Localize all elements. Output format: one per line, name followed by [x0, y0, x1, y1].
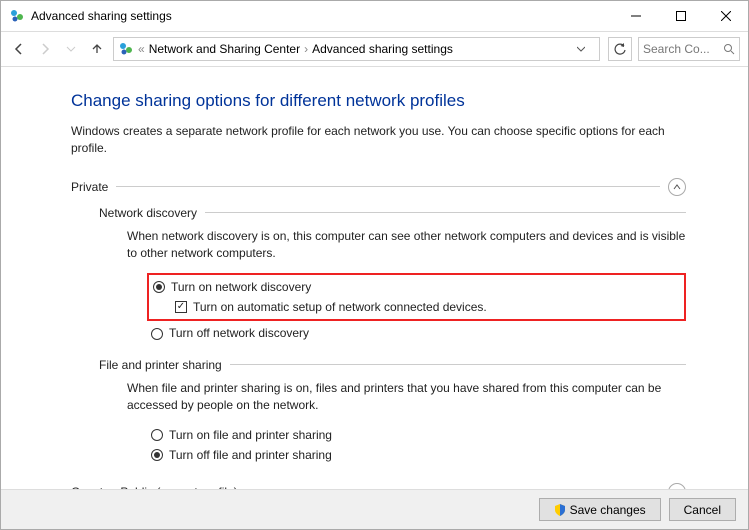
network-discovery-desc: When network discovery is on, this compu…	[127, 228, 686, 263]
page-title: Change sharing options for different net…	[71, 91, 686, 111]
page-subtitle: Windows creates a separate network profi…	[71, 123, 686, 158]
section-header-private[interactable]: Private	[71, 178, 686, 196]
maximize-button[interactable]	[658, 1, 703, 31]
search-input[interactable]: Search Co...	[638, 37, 740, 61]
content-pane: Change sharing options for different net…	[1, 67, 748, 491]
network-discovery-heading: Network discovery	[99, 206, 197, 220]
radio-icon	[151, 328, 163, 340]
breadcrumb-item-advanced-sharing[interactable]: Advanced sharing settings	[312, 42, 453, 56]
radio-icon	[153, 281, 165, 293]
cancel-button-label: Cancel	[684, 503, 721, 517]
breadcrumb-chevron-icon[interactable]: ›	[304, 42, 308, 56]
address-bar[interactable]: « Network and Sharing Center › Advanced …	[113, 37, 600, 61]
checkbox-auto-setup[interactable]: ✓ Turn on automatic setup of network con…	[175, 297, 680, 317]
file-printer-desc: When file and printer sharing is on, fil…	[127, 380, 686, 415]
checkbox-icon: ✓	[175, 301, 187, 313]
search-placeholder: Search Co...	[643, 42, 719, 56]
footer-bar: Save changes Cancel	[1, 489, 748, 529]
radio-fp-on[interactable]: Turn on file and printer sharing	[151, 425, 686, 445]
radio-fp-off-label: Turn off file and printer sharing	[169, 445, 332, 465]
file-printer-heading: File and printer sharing	[99, 358, 222, 372]
breadcrumb-item-network-sharing-center[interactable]: Network and Sharing Center	[149, 42, 300, 56]
checkbox-auto-setup-label: Turn on automatic setup of network conne…	[193, 297, 487, 317]
app-icon	[9, 8, 25, 24]
save-changes-button[interactable]: Save changes	[539, 498, 661, 521]
recent-dropdown-icon[interactable]	[61, 39, 81, 59]
cancel-button[interactable]: Cancel	[669, 498, 736, 521]
shield-icon	[554, 504, 566, 516]
titlebar: Advanced sharing settings	[1, 1, 748, 31]
section-label-private: Private	[71, 180, 108, 194]
window-title: Advanced sharing settings	[31, 9, 613, 23]
nav-toolbar: « Network and Sharing Center › Advanced …	[1, 31, 748, 67]
subsection-file-printer: File and printer sharing	[99, 358, 686, 372]
window-controls	[613, 1, 748, 31]
highlight-box: Turn on network discovery ✓ Turn on auto…	[147, 273, 686, 322]
radio-fp-on-label: Turn on file and printer sharing	[169, 425, 332, 445]
subsection-network-discovery: Network discovery	[99, 206, 686, 220]
up-button[interactable]	[87, 39, 107, 59]
chevron-up-icon[interactable]	[668, 178, 686, 196]
address-icon	[118, 41, 134, 57]
radio-icon	[151, 429, 163, 441]
radio-fp-off[interactable]: Turn off file and printer sharing	[151, 445, 686, 465]
radio-nd-on-label: Turn on network discovery	[171, 277, 311, 297]
radio-nd-off-label: Turn off network discovery	[169, 323, 309, 343]
minimize-button[interactable]	[613, 1, 658, 31]
address-dropdown-icon[interactable]	[577, 45, 595, 53]
back-button[interactable]	[9, 39, 29, 59]
save-button-label: Save changes	[570, 503, 646, 517]
forward-button[interactable]	[35, 39, 55, 59]
close-button[interactable]	[703, 1, 748, 31]
refresh-button[interactable]	[608, 37, 632, 61]
breadcrumb-sep: «	[138, 42, 145, 56]
radio-nd-off[interactable]: Turn off network discovery	[151, 323, 686, 343]
radio-icon	[151, 449, 163, 461]
search-icon	[723, 43, 735, 55]
radio-nd-on[interactable]: Turn on network discovery	[153, 277, 680, 297]
